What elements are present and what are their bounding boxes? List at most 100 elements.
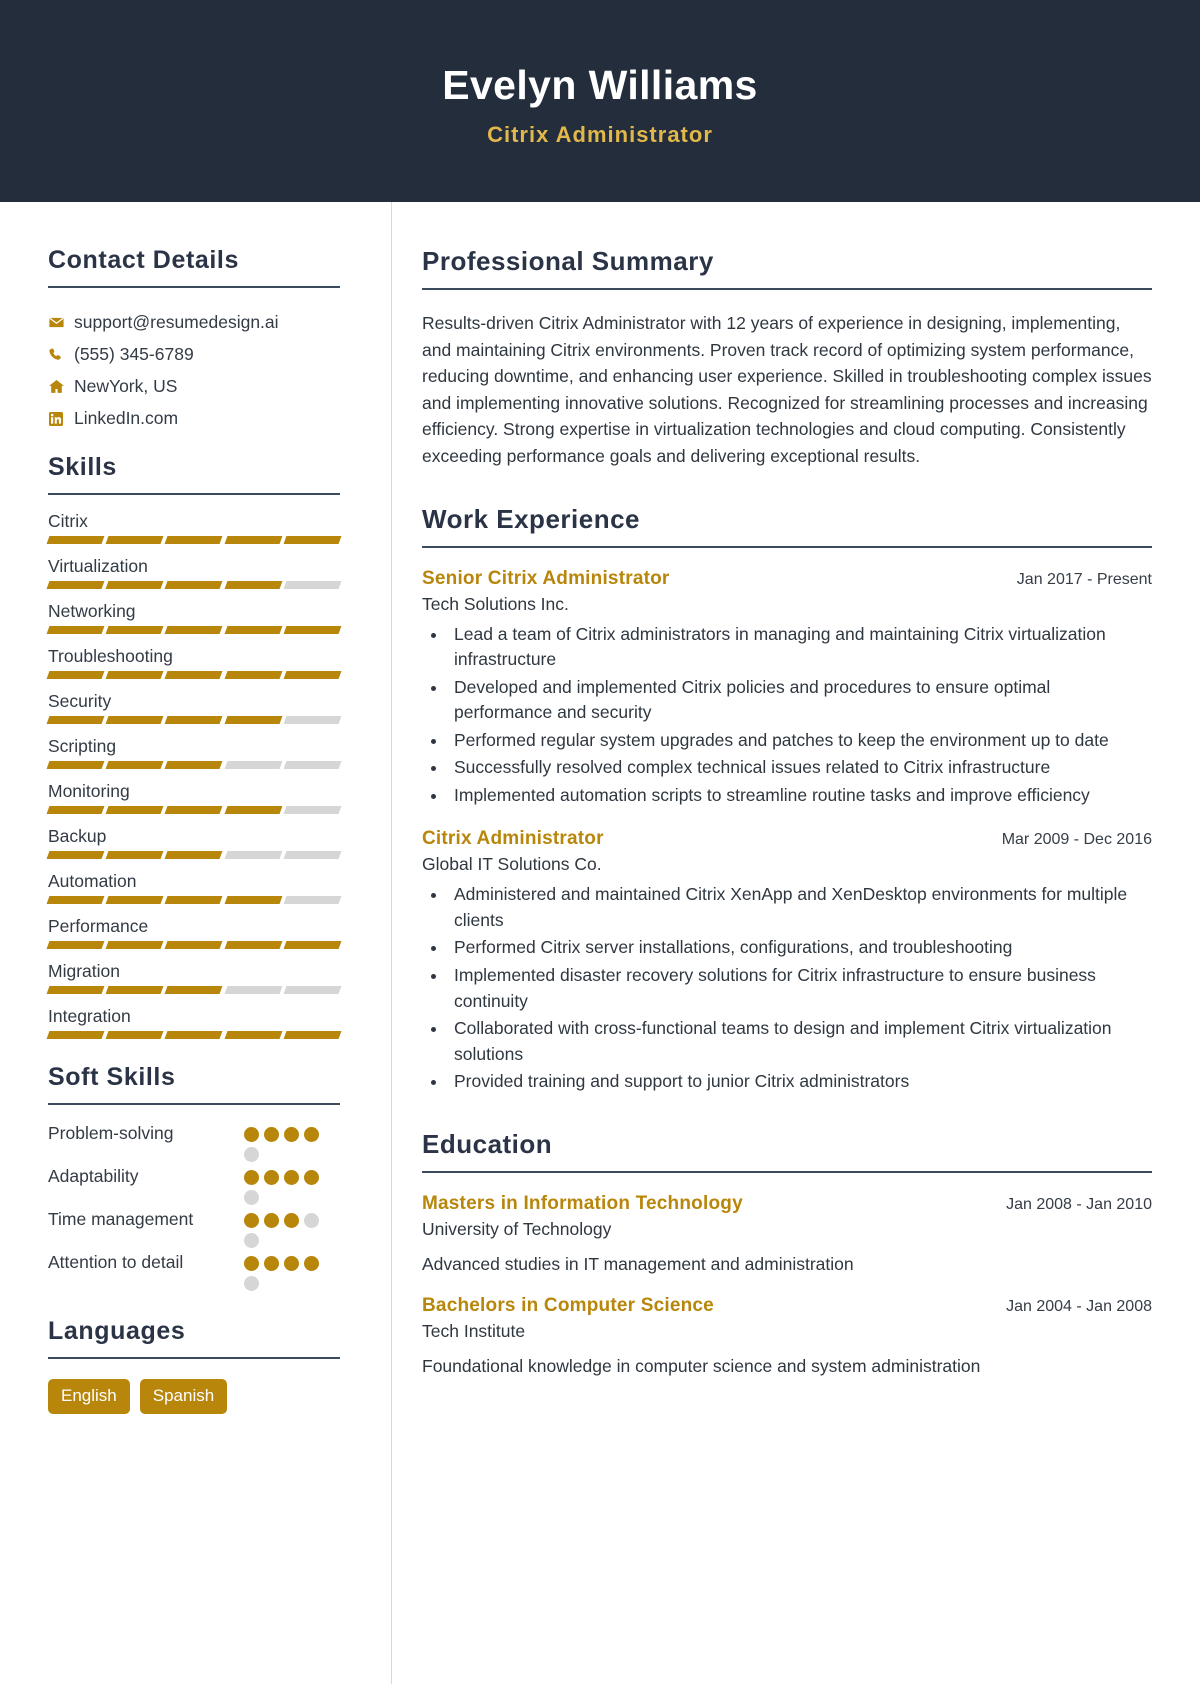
section-education: Education Masters in Information Technol… [422, 1129, 1152, 1377]
list-item: Performed regular system upgrades and pa… [448, 728, 1152, 754]
company-name: Tech Solutions Inc. [422, 593, 569, 614]
rating-dot [244, 1190, 259, 1205]
skill-item: Monitoring [46, 781, 342, 814]
rating-dot [244, 1276, 259, 1291]
rating-dot [304, 1213, 319, 1228]
work-experience-entry: Senior Citrix Administrator Jan 2017 - Pr… [422, 568, 1152, 809]
list-item: Provided training and support to junior … [448, 1069, 1152, 1095]
skill-item: Troubleshooting [46, 646, 342, 679]
home-icon [48, 378, 74, 395]
skill-bar-segment [46, 941, 105, 949]
skill-bar-segment [283, 986, 342, 994]
entry-header: Bachelors in Computer Science Jan 2004 - … [422, 1295, 1152, 1317]
contact-item-text: support@resumedesign.ai [74, 312, 279, 332]
soft-skills-heading: Soft Skills [48, 1063, 176, 1091]
entry-header: Senior Citrix Administrator Jan 2017 - Pr… [422, 568, 1152, 590]
skill-level-bar [46, 761, 342, 769]
skill-bar-segment [283, 806, 342, 814]
education-heading: Education [422, 1128, 553, 1159]
education-description: Foundational knowledge in computer scien… [422, 1355, 981, 1376]
skill-name: Troubleshooting [48, 646, 173, 666]
skill-bar-segment [164, 581, 224, 589]
skill-item: Security [46, 691, 342, 724]
rating-dot [284, 1256, 299, 1271]
contact-item[interactable]: NewYork, US [48, 374, 341, 399]
skill-bar-segment [224, 941, 283, 949]
skill-bar-segment [283, 941, 342, 949]
skill-bar-segment [283, 896, 342, 904]
skill-bar-segment [164, 896, 224, 904]
soft-skill-name: Adaptability [48, 1166, 139, 1186]
skill-level-bar [46, 1031, 342, 1039]
soft-skill-rating [244, 1250, 324, 1291]
rating-dot [244, 1233, 259, 1248]
education-description: Advanced studies in IT management and ad… [422, 1253, 854, 1274]
skill-bar-segment [164, 716, 224, 724]
soft-skill-item: Time management [48, 1207, 341, 1248]
job-title: Citrix Administrator [422, 828, 604, 850]
skill-bar-segment [283, 761, 342, 769]
contact-item-text: LinkedIn.com [74, 408, 179, 428]
rating-dot [244, 1213, 259, 1228]
skill-bar-segment [46, 536, 105, 544]
resume-page: Evelyn Williams Citrix Administrator Con… [0, 0, 1200, 1684]
contact-item[interactable]: (555) 345-6789 [48, 342, 341, 367]
skill-bar-segment [283, 626, 342, 634]
section-professional-summary: Professional Summary Results-driven Citr… [422, 246, 1152, 470]
language-chip[interactable]: English [48, 1379, 130, 1414]
resume-body: Contact Details support@resumedesign.ai (… [0, 202, 1200, 1684]
work-experience-list: Senior Citrix Administrator Jan 2017 - Pr… [422, 568, 1152, 1095]
skill-bar-segment [105, 851, 164, 859]
education-entry: Bachelors in Computer Science Jan 2004 - … [422, 1295, 1152, 1377]
degree-title: Masters in Information Technology [422, 1192, 743, 1214]
contact-item[interactable]: LinkedIn.com [48, 406, 341, 431]
skill-bar-segment [283, 851, 342, 859]
skill-level-bar [46, 536, 342, 544]
job-date-range: Jan 2017 - Present [1016, 570, 1152, 588]
skill-level-bar [46, 896, 342, 904]
skill-bar-segment [164, 536, 224, 544]
skill-bar-segment [105, 536, 164, 544]
skill-name: Virtualization [48, 556, 148, 576]
language-chip[interactable]: Spanish [139, 1379, 228, 1414]
job-date-range: Mar 2009 - Dec 2016 [1001, 831, 1152, 849]
skill-level-bar [46, 671, 342, 679]
divider [48, 1357, 340, 1359]
skill-level-bar [46, 716, 342, 724]
list-item: Collaborated with cross-functional teams… [448, 1016, 1152, 1067]
skill-item: Migration [46, 961, 342, 994]
skill-bar-segment [224, 671, 283, 679]
skill-bar-segment [105, 716, 164, 724]
section-languages: Languages English Spanish [48, 1317, 341, 1414]
skill-bar-segment [164, 761, 224, 769]
education-entry: Masters in Information Technology Jan 200… [422, 1193, 1152, 1275]
rating-dot [244, 1127, 259, 1142]
soft-skill-item: Problem-solving [48, 1121, 341, 1162]
skill-bar-segment [283, 671, 342, 679]
language-chip-list: English Spanish [48, 1379, 341, 1414]
skill-item: Networking [46, 601, 342, 634]
skill-name: Monitoring [48, 781, 130, 801]
resume-header: Evelyn Williams Citrix Administrator [0, 0, 1200, 202]
skill-bar-segment [164, 806, 224, 814]
contact-item-text: (555) 345-6789 [74, 344, 194, 364]
work-experience-entry: Citrix Administrator Mar 2009 - Dec 2016 G… [422, 828, 1152, 1094]
list-item: Administered and maintained Citrix XenAp… [448, 882, 1152, 933]
contact-item[interactable]: support@resumedesign.ai [48, 310, 341, 335]
skill-bar-segment [105, 806, 164, 814]
skill-bar-segment [46, 1031, 105, 1039]
divider [422, 1170, 1152, 1173]
section-work-experience: Work Experience Senior Citrix Administra… [422, 504, 1152, 1095]
skill-bar-segment [164, 1031, 224, 1039]
skill-bar-segment [224, 716, 283, 724]
skill-bar-segment [164, 671, 224, 679]
skill-item: Performance [46, 916, 342, 949]
section-contact-details: Contact Details support@resumedesign.ai (… [48, 246, 341, 431]
page-title: Evelyn Williams [442, 61, 758, 108]
skills-heading: Skills [48, 453, 117, 481]
rating-dot [244, 1170, 259, 1185]
skill-item: Backup [46, 826, 342, 859]
skill-name: Performance [48, 916, 149, 936]
skill-bar-segment [46, 896, 105, 904]
company-name: Global IT Solutions Co. [422, 854, 602, 875]
